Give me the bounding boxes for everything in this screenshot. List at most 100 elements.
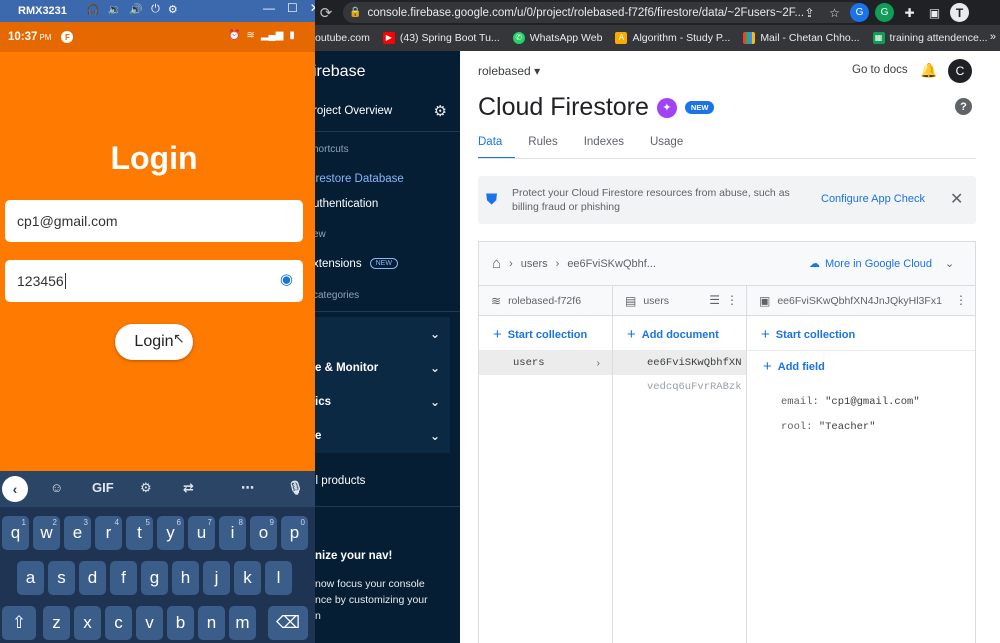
- address-bar[interactable]: 🔒 console.firebase.google.com/u/0/projec…: [343, 2, 863, 23]
- key-s[interactable]: s: [48, 561, 75, 595]
- side-panel-icon[interactable]: ▣: [925, 3, 944, 22]
- bookmark-whatsapp[interactable]: ✆ WhatsApp Web: [512, 32, 602, 44]
- key-g[interactable]: g: [141, 561, 168, 595]
- email-field[interactable]: cp1@gmail.com: [5, 200, 303, 242]
- key-i[interactable]: i8: [219, 516, 246, 550]
- volume-down-icon[interactable]: 🔉: [108, 3, 122, 16]
- more-in-google-cloud-button[interactable]: ☁ More in Google Cloud ⌄: [809, 257, 954, 271]
- key-r[interactable]: r4: [95, 516, 122, 550]
- more-vert-icon[interactable]: ⋮: [726, 293, 738, 307]
- key-q[interactable]: q1: [2, 516, 29, 550]
- breadcrumb-document[interactable]: ee6FviSKwQbhf...: [567, 258, 656, 270]
- key-n[interactable]: n: [198, 606, 225, 640]
- tab-data[interactable]: Data: [478, 136, 516, 159]
- key-k[interactable]: k: [234, 561, 261, 595]
- list-item[interactable]: users ›: [479, 351, 612, 375]
- add-document-button[interactable]: + Add document: [627, 326, 719, 343]
- user-avatar[interactable]: C: [948, 59, 972, 83]
- translate-icon[interactable]: ⇄: [183, 480, 194, 496]
- minimize-icon[interactable]: —: [263, 1, 275, 15]
- key-m[interactable]: m: [229, 606, 256, 640]
- maximize-icon[interactable]: ☐: [287, 1, 298, 15]
- volume-up-icon[interactable]: 🔊: [129, 3, 143, 16]
- bookmark-star-icon[interactable]: ☆: [825, 3, 844, 22]
- more-horizontal-icon[interactable]: ⋯: [241, 480, 254, 496]
- list-item[interactable]: ee6FviSKwQbhfXN: [613, 351, 746, 375]
- project-selector[interactable]: rolebased ▾: [478, 64, 540, 78]
- share-icon[interactable]: ⇪: [800, 3, 819, 22]
- key-c[interactable]: c: [105, 606, 132, 640]
- configure-app-check-button[interactable]: Configure App Check: [821, 193, 925, 205]
- help-icon[interactable]: ?: [955, 98, 972, 115]
- key-p[interactable]: p0: [281, 516, 308, 550]
- document-field[interactable]: rool: "Teacher": [781, 421, 876, 433]
- bookmark-mail[interactable]: Mail - Chetan Chho...: [743, 32, 860, 44]
- key-x[interactable]: x: [74, 606, 101, 640]
- visibility-off-icon[interactable]: ◉: [280, 270, 293, 288]
- settings-icon[interactable]: ⚙: [140, 480, 152, 496]
- key-b[interactable]: b: [167, 606, 194, 640]
- sidebar-item-firestore[interactable]: irestore Database: [315, 173, 404, 185]
- more-vert-icon[interactable]: ⋮: [955, 293, 967, 307]
- key-z[interactable]: z: [43, 606, 70, 640]
- microphone-icon[interactable]: 🎙: [287, 480, 304, 496]
- password-field[interactable]: 123456 ◉: [5, 260, 303, 302]
- key-t[interactable]: t5: [126, 516, 153, 550]
- notifications-bell-icon[interactable]: 🔔: [920, 62, 937, 79]
- power-icon[interactable]: ⏻: [151, 3, 160, 16]
- key-j[interactable]: j: [203, 561, 230, 595]
- breadcrumb-users[interactable]: users: [521, 258, 548, 270]
- sidebar-item-authentication[interactable]: uthentication: [315, 198, 378, 210]
- bookmark-youtube[interactable]: outube.com: [315, 32, 370, 44]
- settings-icon[interactable]: ⚙: [168, 3, 178, 16]
- chevron-left-icon[interactable]: ‹: [2, 476, 28, 502]
- gif-button[interactable]: GIF: [92, 480, 114, 495]
- nav-group-analytics[interactable]: ics ⌄: [315, 385, 450, 419]
- headphones-icon[interactable]: 🎧: [86, 3, 100, 16]
- sticker-icon[interactable]: ☺: [50, 480, 63, 495]
- key-h[interactable]: h: [172, 561, 199, 595]
- firebase-brand[interactable]: irebase: [315, 63, 365, 81]
- key-f[interactable]: f: [110, 561, 137, 595]
- project-overview-item[interactable]: roject Overview ⚙: [315, 102, 453, 120]
- key-v[interactable]: v: [136, 606, 163, 640]
- bookmark-algorithm[interactable]: A Algorithm - Study P...: [615, 32, 730, 44]
- start-collection-button[interactable]: + Start collection: [761, 326, 855, 343]
- extension-grammarly-icon[interactable]: G: [875, 3, 894, 22]
- go-to-docs-link[interactable]: Go to docs: [852, 64, 908, 76]
- tab-rules[interactable]: Rules: [528, 136, 570, 159]
- key-a[interactable]: a: [17, 561, 44, 595]
- tab-indexes[interactable]: Indexes: [584, 136, 637, 159]
- start-collection-button[interactable]: + Start collection: [493, 326, 587, 343]
- tab-usage[interactable]: Usage: [650, 136, 696, 159]
- list-item[interactable]: vedcq6uFvrRABzk: [613, 375, 746, 399]
- key-u[interactable]: u7: [188, 516, 215, 550]
- bookmarks-overflow-icon[interactable]: »: [990, 31, 996, 43]
- key-e[interactable]: e3: [64, 516, 91, 550]
- key-d[interactable]: d: [79, 561, 106, 595]
- backspace-key[interactable]: ⌫: [268, 606, 308, 640]
- home-icon[interactable]: ⌂: [492, 255, 501, 272]
- reload-icon[interactable]: ⟳: [315, 2, 337, 24]
- bookmark-training[interactable]: ▦ training attendence...: [872, 32, 988, 44]
- sidebar-item-all-products[interactable]: ll products: [315, 475, 365, 487]
- key-l[interactable]: l: [265, 561, 292, 595]
- bookmark-spring-boot[interactable]: ▶ (43) Spring Boot Tu...: [382, 32, 500, 44]
- key-y[interactable]: y6: [157, 516, 184, 550]
- nav-group-engage[interactable]: e ⌄: [315, 419, 450, 453]
- shift-key[interactable]: ⇧: [2, 606, 36, 640]
- extensions-puzzle-icon[interactable]: ✚: [900, 3, 919, 22]
- key-o[interactable]: o9: [250, 516, 277, 550]
- settings-gear-icon[interactable]: ⚙: [434, 102, 447, 120]
- sidebar-item-extensions[interactable]: xtensions NEW: [315, 258, 398, 270]
- document-field[interactable]: email: "cp1@gmail.com": [781, 396, 920, 408]
- nav-group-build[interactable]: ⌄: [315, 317, 450, 351]
- add-field-button[interactable]: + Add field: [763, 358, 825, 375]
- extension-c-icon[interactable]: G: [850, 3, 869, 22]
- profile-avatar[interactable]: T: [950, 3, 969, 22]
- nav-group-release-monitor[interactable]: e & Monitor ⌄: [315, 351, 450, 385]
- close-icon[interactable]: ✕: [310, 1, 315, 15]
- firestore-feature-icon[interactable]: ✦: [656, 97, 677, 118]
- close-icon[interactable]: ✕: [950, 189, 963, 209]
- key-w[interactable]: w2: [33, 516, 60, 550]
